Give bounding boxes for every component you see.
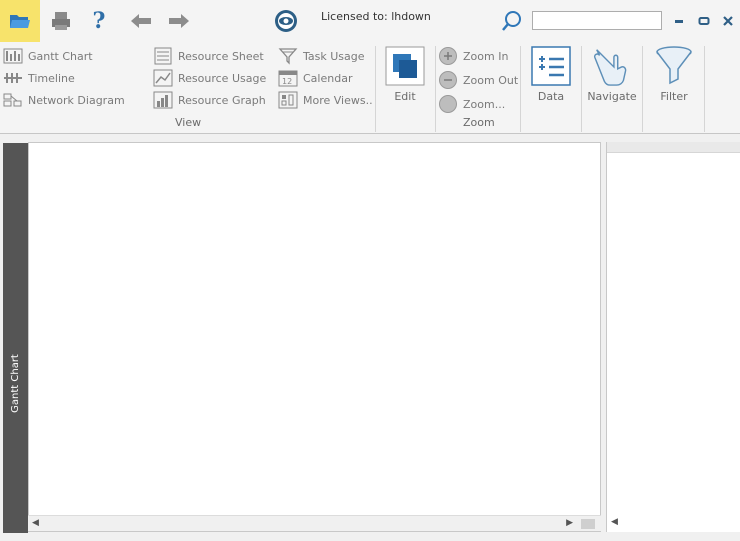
zoom-icon <box>438 95 458 113</box>
task-usage-view-button[interactable]: Task Usage <box>278 47 365 65</box>
side-tab-label-wrap: Gantt Chart <box>3 348 28 418</box>
license-text: Licensed to: lhdown <box>321 10 431 23</box>
close-button[interactable] <box>719 12 737 30</box>
network-diagram-label: Network Diagram <box>28 93 125 107</box>
chart-pane[interactable]: ◀ <box>606 142 740 532</box>
forward-arrow-icon <box>169 14 189 28</box>
ribbon: Gantt Chart Timeline Network Diagram Res… <box>0 42 740 134</box>
resource-usage-icon <box>153 69 173 87</box>
title-bar: ? Licensed to: lhdown <box>0 0 740 42</box>
task-usage-label: Task Usage <box>303 49 365 63</box>
help-icon: ? <box>92 8 106 34</box>
data-icon <box>530 45 572 87</box>
more-views-button[interactable]: More Views.. <box>278 91 373 109</box>
zoom-in-icon <box>438 47 458 65</box>
search-input[interactable] <box>532 11 662 30</box>
network-diagram-icon <box>3 91 23 109</box>
back-arrow-icon <box>131 14 151 28</box>
ribbon-divider <box>642 46 643 132</box>
ribbon-divider <box>375 46 376 132</box>
zoom-dialog-button[interactable]: Zoom... <box>438 95 505 113</box>
navigate-label: Navigate <box>587 90 637 103</box>
task-usage-icon <box>278 47 298 65</box>
more-views-label: More Views.. <box>303 93 373 107</box>
resource-graph-label: Resource Graph <box>178 93 266 107</box>
filter-button[interactable]: Filter <box>652 45 696 103</box>
gantt-chart-icon <box>3 47 23 65</box>
calendar-view-button[interactable]: 12 Calendar <box>278 69 352 87</box>
scroll-thumb[interactable] <box>581 519 595 529</box>
zoom-dialog-label: Zoom... <box>463 97 506 111</box>
gantt-main-pane[interactable] <box>28 142 601 532</box>
chart-scroll-left-icon[interactable]: ◀ <box>611 517 618 527</box>
zoom-in-button[interactable]: Zoom In <box>438 47 508 65</box>
timeline-icon <box>3 69 23 87</box>
chart-pane-header <box>607 142 740 153</box>
hand-pointer-icon <box>591 45 633 87</box>
zoom-out-icon <box>438 71 458 89</box>
edit-label: Edit <box>394 90 416 103</box>
resource-sheet-icon <box>153 47 173 65</box>
horizontal-scrollbar[interactable]: ◀ ▶ <box>28 515 601 531</box>
edit-button[interactable]: Edit <box>384 45 426 103</box>
resource-usage-view-button[interactable]: Resource Usage <box>153 69 266 87</box>
calendar-icon: 12 <box>278 69 298 87</box>
navigate-button[interactable]: Navigate <box>585 45 639 103</box>
resource-sheet-view-button[interactable]: Resource Sheet <box>153 47 264 65</box>
scroll-left-icon[interactable]: ◀ <box>32 518 39 528</box>
calendar-label: Calendar <box>303 71 353 85</box>
ribbon-divider <box>520 46 521 132</box>
help-button[interactable]: ? <box>84 0 114 42</box>
timeline-label: Timeline <box>28 71 75 85</box>
side-tab-label: Gantt Chart <box>10 353 21 413</box>
svg-text:12: 12 <box>282 77 292 86</box>
network-diagram-view-button[interactable]: Network Diagram <box>3 91 125 109</box>
zoom-out-label: Zoom Out <box>463 73 519 87</box>
restore-icon <box>698 17 710 25</box>
gantt-chart-label: Gantt Chart <box>28 49 93 63</box>
timeline-view-button[interactable]: Timeline <box>3 69 75 87</box>
funnel-icon <box>653 45 695 87</box>
forward-button[interactable] <box>162 0 196 42</box>
zoom-out-button[interactable]: Zoom Out <box>438 71 518 89</box>
data-label: Data <box>537 90 565 103</box>
scroll-right-icon[interactable]: ▶ <box>566 518 573 528</box>
minimize-button[interactable] <box>670 12 688 30</box>
view-mode-button[interactable] <box>268 0 304 42</box>
open-file-button[interactable] <box>0 0 40 42</box>
zoom-group-label: Zoom <box>463 116 495 129</box>
close-icon <box>723 16 733 26</box>
zoom-in-label: Zoom In <box>463 49 509 63</box>
more-views-icon <box>278 91 298 109</box>
workspace: Gantt Chart ◀ ▶ ◀ <box>0 134 740 541</box>
ribbon-divider <box>435 46 436 132</box>
minimize-icon <box>675 20 683 23</box>
print-icon <box>52 12 70 30</box>
eye-icon <box>275 10 297 32</box>
data-button[interactable]: Data <box>529 45 573 103</box>
edit-icon <box>384 45 426 87</box>
print-button[interactable] <box>44 0 78 42</box>
ribbon-divider <box>704 46 705 132</box>
ribbon-divider <box>581 46 582 132</box>
filter-label: Filter <box>660 90 688 103</box>
gantt-chart-view-button[interactable]: Gantt Chart <box>3 47 93 65</box>
resource-graph-icon <box>153 91 173 109</box>
folder-open-icon <box>10 15 30 28</box>
back-button[interactable] <box>124 0 158 42</box>
gantt-chart-side-tab[interactable]: Gantt Chart <box>3 143 28 533</box>
restore-button[interactable] <box>695 12 713 30</box>
view-group-label: View <box>175 116 202 129</box>
resource-usage-label: Resource Usage <box>178 71 267 85</box>
resource-graph-view-button[interactable]: Resource Graph <box>153 91 266 109</box>
resource-sheet-label: Resource Sheet <box>178 49 264 63</box>
search-icon[interactable] <box>500 9 524 33</box>
